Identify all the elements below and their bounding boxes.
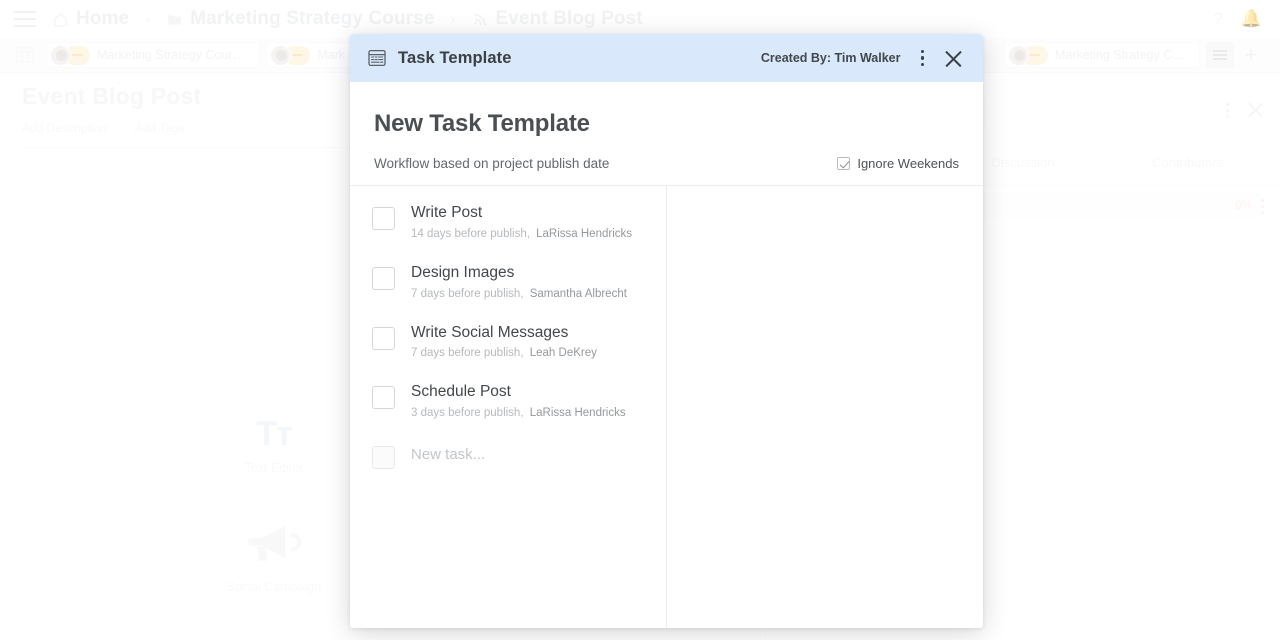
task-assignee: Samantha Albrecht: [530, 288, 627, 300]
new-task-checkbox[interactable]: [372, 446, 395, 469]
modal-header-actions: Created By: Tim Walker: [761, 49, 963, 68]
created-by-label: Created By: Tim Walker: [761, 51, 901, 65]
modal-body: New Task Template Workflow based on proj…: [350, 82, 983, 628]
task-row[interactable]: Write Post 14 days before publish, LaRis…: [350, 204, 666, 240]
modal-body-header: New Task Template Workflow based on proj…: [350, 82, 983, 185]
task-content: Design Images 7 days before publish, Sam…: [411, 264, 627, 300]
task-offset: 14 days before publish,: [411, 228, 530, 240]
task-checkbox[interactable]: [372, 386, 395, 409]
modal-header: Task Template Created By: Tim Walker: [350, 34, 983, 82]
modal-columns: Write Post 14 days before publish, LaRis…: [350, 186, 983, 628]
task-template-icon: [368, 49, 386, 67]
close-icon[interactable]: [944, 49, 963, 68]
task-offset: 7 days before publish,: [411, 347, 524, 359]
task-assignee: Leah DeKrey: [530, 347, 597, 359]
task-content: Write Social Messages 7 days before publ…: [411, 324, 597, 360]
app-root: Home › Marketing Strategy Course › Event…: [0, 0, 1280, 640]
task-list-column: Write Post 14 days before publish, LaRis…: [350, 186, 666, 628]
template-name[interactable]: New Task Template: [374, 110, 959, 138]
task-content: Schedule Post 3 days before publish, LaR…: [411, 383, 626, 419]
task-meta: 7 days before publish, Samantha Albrecht: [411, 288, 627, 300]
task-checkbox[interactable]: [372, 207, 395, 230]
task-row[interactable]: Schedule Post 3 days before publish, LaR…: [350, 383, 666, 419]
task-row[interactable]: Design Images 7 days before publish, Sam…: [350, 264, 666, 300]
ignore-weekends-label: Ignore Weekends: [857, 156, 959, 171]
task-title: Schedule Post: [411, 383, 626, 401]
task-title: Design Images: [411, 264, 627, 282]
template-subtitle: Workflow based on project publish date: [374, 156, 609, 171]
task-offset: 3 days before publish,: [411, 407, 524, 419]
task-content: Write Post 14 days before publish, LaRis…: [411, 204, 632, 240]
task-template-modal: Task Template Created By: Tim Walker New…: [350, 34, 983, 628]
new-task-placeholder[interactable]: New task...: [411, 446, 485, 469]
task-title: Write Social Messages: [411, 324, 597, 342]
task-meta: 3 days before publish, LaRissa Hendricks: [411, 407, 626, 419]
task-offset: 7 days before publish,: [411, 288, 524, 300]
task-title: Write Post: [411, 204, 632, 222]
more-vertical-icon[interactable]: [921, 50, 925, 67]
task-meta: 7 days before publish, Leah DeKrey: [411, 347, 597, 359]
task-assignee: LaRissa Hendricks: [530, 407, 626, 419]
task-row[interactable]: Write Social Messages 7 days before publ…: [350, 324, 666, 360]
task-checkbox[interactable]: [372, 327, 395, 350]
task-detail-column: [667, 186, 983, 628]
modal-title: Task Template: [398, 49, 511, 68]
new-task-row[interactable]: New task...: [350, 443, 666, 469]
task-assignee: LaRissa Hendricks: [536, 228, 632, 240]
task-meta: 14 days before publish, LaRissa Hendrick…: [411, 228, 632, 240]
task-checkbox[interactable]: [372, 267, 395, 290]
template-subtitle-row: Workflow based on project publish date I…: [374, 156, 959, 185]
ignore-weekends-checkbox[interactable]: [837, 157, 850, 170]
ignore-weekends-toggle[interactable]: Ignore Weekends: [837, 156, 959, 171]
